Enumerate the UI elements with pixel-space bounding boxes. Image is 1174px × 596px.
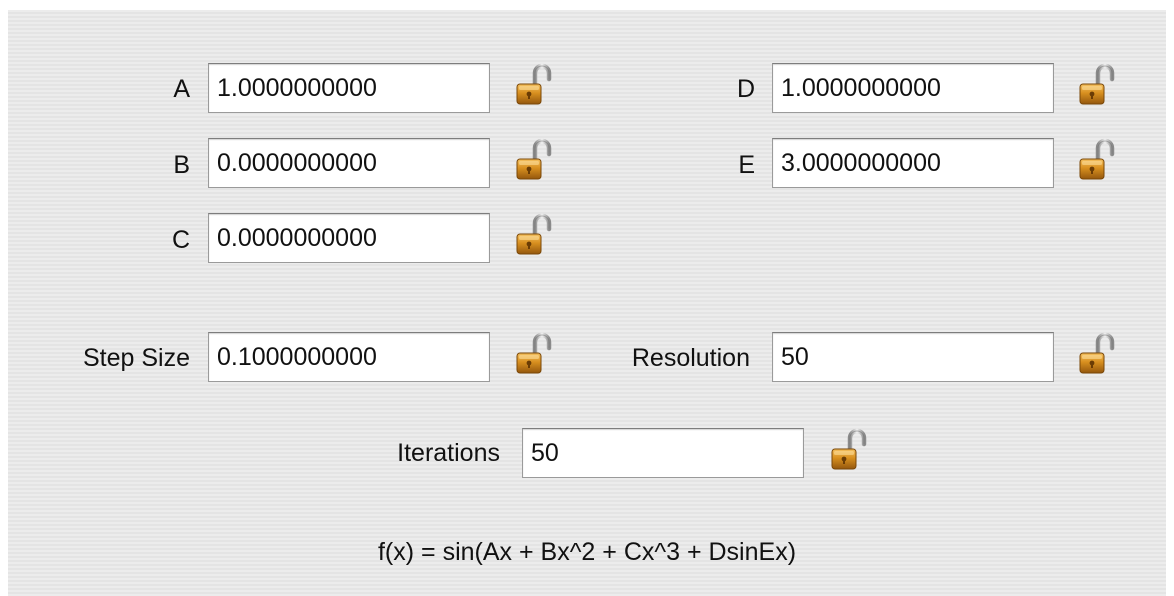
resolution-lock-icon[interactable]: [1076, 332, 1120, 376]
step-size-field[interactable]: 0.1000000000: [208, 332, 490, 382]
param-c-lock-icon[interactable]: [513, 213, 557, 257]
param-e-field[interactable]: 3.0000000000: [772, 138, 1054, 188]
param-b-lock-icon[interactable]: [513, 138, 557, 182]
param-a-label: A: [173, 75, 190, 103]
param-c-label: C: [171, 226, 190, 254]
param-e-lock-icon[interactable]: [1076, 138, 1120, 182]
iterations-lock-icon[interactable]: [828, 428, 872, 472]
step-size-label: Step Size: [82, 344, 190, 372]
param-d-field[interactable]: 1.0000000000: [772, 63, 1054, 113]
step-size-lock-icon[interactable]: [513, 332, 557, 376]
param-b-label: B: [173, 151, 190, 179]
resolution-field[interactable]: 50: [772, 332, 1054, 382]
formula-text: f(x) = sin(Ax + Bx^2 + Cx^3 + DsinEx): [377, 538, 797, 566]
param-b-field[interactable]: 0.0000000000: [208, 138, 490, 188]
resolution-label: Resolution: [631, 344, 750, 372]
param-e-label: E: [738, 151, 755, 179]
param-a-field[interactable]: 1.0000000000: [208, 63, 490, 113]
param-c-field[interactable]: 0.0000000000: [208, 213, 490, 263]
param-d-lock-icon[interactable]: [1076, 63, 1120, 107]
param-a-lock-icon[interactable]: [513, 63, 557, 107]
iterations-field[interactable]: 50: [522, 428, 804, 478]
param-d-label: D: [736, 75, 755, 103]
iterations-label: Iterations: [397, 439, 500, 467]
